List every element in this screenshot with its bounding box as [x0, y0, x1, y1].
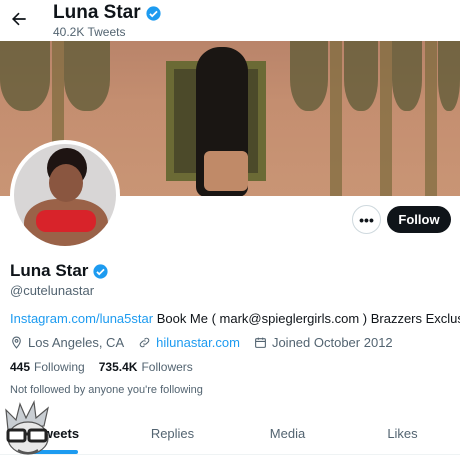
joined-text: Joined October 2012	[271, 335, 393, 350]
follow-stats: 445 Following 735.4K Followers	[10, 360, 193, 374]
tab-media[interactable]: Media	[230, 415, 345, 454]
profile-name-row: Luna Star	[10, 261, 109, 281]
profile-display-name: Luna Star	[10, 261, 89, 280]
mascot-watermark-icon	[5, 400, 49, 455]
more-options-button[interactable]: •••	[352, 205, 381, 234]
tab-likes-label: Likes	[387, 426, 418, 441]
not-followed-notice: Not followed by anyone you're following	[10, 384, 203, 396]
location-item: Los Angeles, CA	[10, 335, 124, 350]
header-name-row: Luna Star	[53, 2, 162, 24]
profile-bio: Instagram.com/luna5star Book Me ( mark@s…	[10, 311, 460, 326]
tab-likes[interactable]: Likes	[345, 415, 460, 454]
verified-badge-icon	[93, 263, 108, 279]
tab-replies[interactable]: Replies	[115, 415, 230, 454]
arrow-left-icon[interactable]	[9, 9, 29, 29]
website-link[interactable]: hilunastar.com	[156, 335, 240, 350]
followers-label: Followers	[141, 360, 193, 374]
top-bar: Luna Star 40.2K Tweets	[0, 0, 460, 41]
following-stat[interactable]: 445 Following	[10, 360, 85, 374]
follow-button[interactable]: Follow	[387, 206, 451, 233]
bio-instagram-link[interactable]: Instagram.com/luna5star	[10, 311, 153, 326]
followers-count: 735.4K	[98, 360, 138, 374]
following-count: 445	[10, 360, 31, 374]
profile-avatar[interactable]	[10, 140, 120, 250]
joined-item: Joined October 2012	[254, 335, 393, 350]
calendar-icon	[255, 337, 266, 348]
link-icon	[139, 337, 150, 348]
website-item: hilunastar.com	[138, 335, 240, 350]
tweet-count: 40.2K Tweets	[53, 25, 126, 39]
profile-handle: @cutelunastar	[10, 283, 95, 298]
profile-meta: Los Angeles, CA hilunastar.com Joined Oc…	[10, 335, 393, 350]
tab-media-label: Media	[269, 426, 306, 441]
followers-stat[interactable]: 735.4K Followers	[99, 360, 193, 374]
tab-replies-label: Replies	[150, 426, 195, 441]
location-pin-icon	[12, 336, 21, 349]
bio-text: Book Me ( mark@spieglergirls.com ) Brazz…	[153, 311, 460, 326]
header-name: Luna Star	[53, 2, 141, 23]
profile-tabs: Tweets Replies Media Likes	[0, 415, 460, 455]
verified-badge-icon	[146, 5, 161, 21]
following-label: Following	[34, 360, 85, 374]
location-text: Los Angeles, CA	[28, 335, 125, 350]
